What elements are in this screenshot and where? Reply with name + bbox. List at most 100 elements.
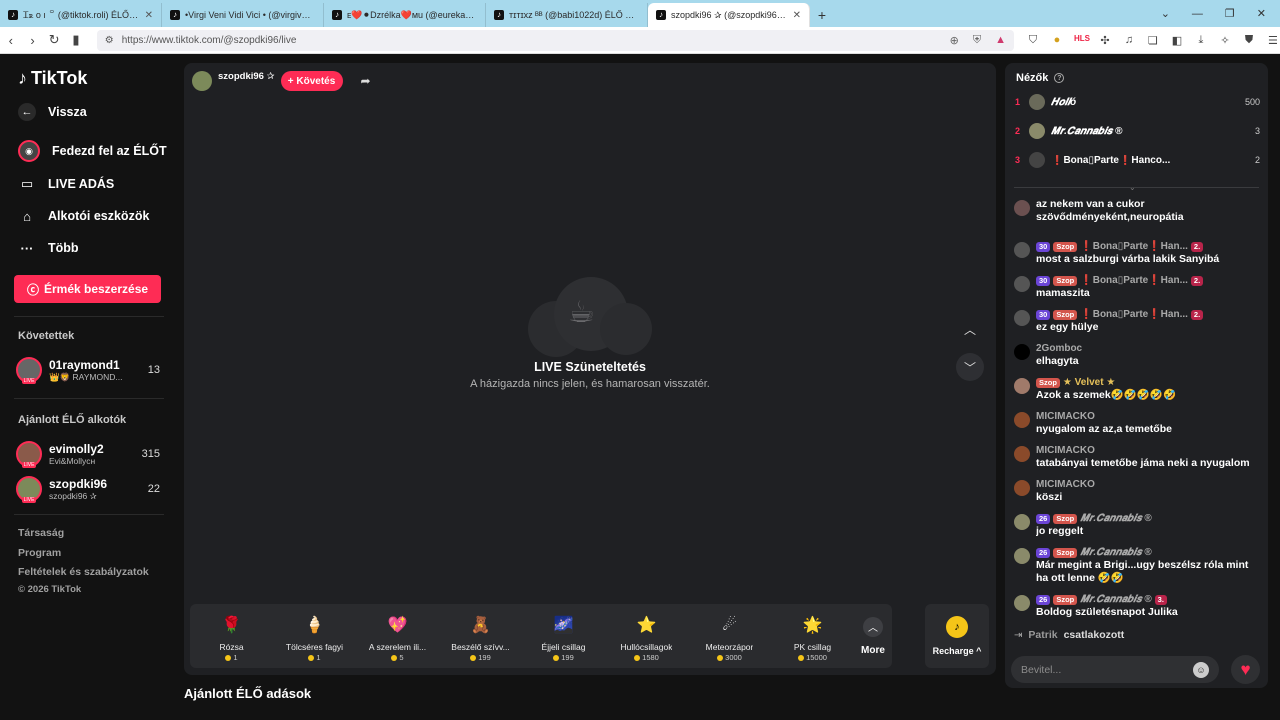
shield-extension-icon[interactable]: ⛉ xyxy=(1026,34,1040,47)
close-tab-icon[interactable]: ✕ xyxy=(145,10,153,21)
warning-triangle-icon[interactable]: ▲ xyxy=(995,34,1006,47)
sidebar-item-live-broadcast[interactable]: ▭ LIVE ADÁS xyxy=(18,175,114,193)
top-viewer[interactable]: 3 ❗Bona▯Parte❗Hanco... 2 xyxy=(1015,151,1260,169)
gift-item[interactable]: ⭐ Hullócsillagok 1580 xyxy=(605,604,688,668)
chat-username[interactable]: 𝑴𝒓.𝑪𝒂𝒏𝒏𝒂𝒃𝒊𝒔 ® xyxy=(1080,594,1151,605)
chat-username[interactable]: ❗Bona▯Parte❗Han... xyxy=(1080,309,1188,320)
live-video-stage[interactable]: szopdki96 ✰ + Követés ➦ ☕ LIVE Szünetelt… xyxy=(184,63,996,675)
recharge-button[interactable]: ♪ Recharge ^ xyxy=(925,604,989,668)
avatar xyxy=(1014,344,1030,360)
bookmark-icon[interactable]: ▮ xyxy=(65,32,87,48)
help-icon[interactable]: ? xyxy=(1054,73,1065,83)
viewer-score: 500 xyxy=(1244,97,1260,107)
join-username[interactable]: Patrik xyxy=(1028,629,1057,641)
close-window-icon[interactable]: ✕ xyxy=(1257,7,1266,20)
expand-chevron-icon[interactable]: ⌄ xyxy=(1129,183,1136,192)
site-settings-icon[interactable]: ⚙ xyxy=(105,35,114,46)
previous-live-button[interactable]: ︿ xyxy=(956,315,984,343)
chat-message[interactable]: az nekem van a cukor szövődményeként,neu… xyxy=(1014,198,1260,224)
get-coins-button[interactable]: ⓒ Érmék beszerzése xyxy=(14,275,161,303)
footer-link-company[interactable]: Társaság xyxy=(18,527,64,539)
emoji-icon[interactable]: ☺ xyxy=(1193,661,1209,678)
share-icon[interactable]: ➦ xyxy=(361,74,371,88)
chat-message[interactable]: 2Gomboc elhagyta xyxy=(1014,342,1260,368)
chat-username[interactable]: ❗Bona▯Parte❗Han... xyxy=(1080,241,1188,252)
browser-tab-5[interactable]: ♪ szopdki96 ✰ (@szopdki96) ÉLŐ a ✕ xyxy=(648,3,810,27)
chat-username[interactable]: ★ Velvet ★ xyxy=(1063,377,1115,388)
chat-username[interactable]: ❗Bona▯Parte❗Han... xyxy=(1080,275,1188,286)
chat-message[interactable]: 26 Szop 𝑴𝒓.𝑪𝒂𝒏𝒏𝒂𝒃𝒊𝒔 ® Már megint a Brigi...… xyxy=(1014,546,1260,585)
hls-extension-icon[interactable]: HLS xyxy=(1074,34,1090,47)
maximize-icon[interactable]: ❐ xyxy=(1225,7,1235,20)
forward-arrow-icon[interactable]: › xyxy=(22,33,44,48)
sidebar-item-more[interactable]: ··· Több xyxy=(18,239,79,257)
host-name[interactable]: szopdki96 ✰ xyxy=(218,71,275,82)
follow-button[interactable]: + Követés xyxy=(280,71,343,91)
address-bar[interactable]: ⚙ https://www.tiktok.com/@szopdki96/live… xyxy=(96,29,1014,51)
like-heart-button[interactable]: ♥ xyxy=(1231,655,1260,684)
chat-username[interactable]: MICIMACKO xyxy=(1036,479,1095,490)
more-gifts-button[interactable]: ︿ More xyxy=(854,604,892,668)
chat-message[interactable]: MICIMACKO köszi xyxy=(1014,478,1260,504)
chat-username[interactable]: 𝑴𝒓.𝑪𝒂𝒏𝒏𝒂𝒃𝒊𝒔 ® xyxy=(1080,513,1151,524)
chat-message[interactable]: 26 Szop 𝑴𝒓.𝑪𝒂𝒏𝒏𝒂𝒃𝒊𝒔 ® 3. Boldog születésnapo… xyxy=(1014,593,1260,619)
chat-username[interactable]: MICIMACKO xyxy=(1036,411,1095,422)
gift-item[interactable]: 🧸 Beszélő szívv... 199 xyxy=(439,604,522,668)
sidebar-item-explore-live[interactable]: ◉ Fedezd fel az ÉLŐT xyxy=(18,140,167,162)
sidebar-item-creator-tools[interactable]: ⌂ Alkotói eszközök xyxy=(18,207,149,225)
tab-title: Ꮖꭱ ᴏ ı ꒪ (@tiktok.roli) ÉLŐ adá xyxy=(23,10,140,20)
footer-link-program[interactable]: Program xyxy=(18,547,61,559)
close-tab-icon[interactable]: ✕ xyxy=(793,10,801,21)
viewer-score: 3 xyxy=(1254,126,1260,136)
gift-item[interactable]: 🌟 PK csillag 15000 xyxy=(771,604,854,668)
chat-message[interactable]: 26 Szop 𝑴𝒓.𝑪𝒂𝒏𝒏𝒂𝒃𝒊𝒔 ® jo reggelt xyxy=(1014,512,1260,538)
chat-input[interactable] xyxy=(1021,663,1193,676)
color-extension-icon[interactable]: ● xyxy=(1050,34,1064,47)
vpn-icon[interactable]: ⛊ xyxy=(1242,34,1256,47)
new-tab-button[interactable]: + xyxy=(810,3,834,27)
chat-message[interactable]: MICIMACKO tatabányai temetőbe jáma neki a… xyxy=(1014,444,1260,470)
shield-icon[interactable]: ⛨ xyxy=(973,34,981,47)
reload-icon[interactable]: ↻ xyxy=(43,32,65,48)
gift-item[interactable]: 🍦 Tölcséres fagyi 1 xyxy=(273,604,356,668)
chat-text: tatabányai temetőbe jáma neki a nyugalom xyxy=(1036,457,1250,469)
copy-icon[interactable]: ❏ xyxy=(1146,34,1160,47)
sparkle-icon[interactable]: ✧ xyxy=(1218,34,1232,47)
next-live-button[interactable]: ﹀ xyxy=(956,353,984,381)
top-viewer[interactable]: 1 𝑯𝒐𝒍𝒍ó 500 xyxy=(1015,93,1260,111)
top-viewer[interactable]: 2 𝑴𝒓.𝑪𝒂𝒏𝒏𝒂𝒃𝒊𝒔 ® 3 xyxy=(1015,122,1260,140)
footer-link-terms[interactable]: Feltételek és szabályzatok xyxy=(18,566,149,578)
sidebar-icon[interactable]: ◧ xyxy=(1170,34,1184,47)
gift-price: 199 xyxy=(553,653,574,662)
gift-item[interactable]: 🌌 Éjjeli csillag 199 xyxy=(522,604,605,668)
music-icon[interactable]: ♫ xyxy=(1122,34,1136,47)
minimize-icon[interactable]: — xyxy=(1192,8,1203,20)
chat-message[interactable]: 30 Szop ❗Bona▯Parte❗Han... 2. ez egy hülye xyxy=(1014,308,1260,334)
host-avatar[interactable] xyxy=(192,71,212,91)
chat-message[interactable]: Szop ★ Velvet ★ Azok a szemek🤣🤣🤣🤣🤣 xyxy=(1014,376,1260,402)
tiktok-logo[interactable]: ♪ TikTok xyxy=(18,68,87,89)
chat-message[interactable]: 30 Szop ❗Bona▯Parte❗Han... 2. mamaszita xyxy=(1014,274,1260,300)
recommended-account-szopdki96[interactable]: LIVE szopdki96 szopdki96 ✰ 22 xyxy=(16,474,160,504)
chat-username[interactable]: 2Gomboc xyxy=(1036,343,1082,354)
menu-icon[interactable]: ☰ xyxy=(1266,34,1280,47)
zoom-icon[interactable]: ⊕ xyxy=(950,34,959,47)
back-arrow-icon[interactable]: ‹ xyxy=(0,33,22,48)
chat-username[interactable]: 𝑴𝒓.𝑪𝒂𝒏𝒏𝒂𝒃𝒊𝒔 ® xyxy=(1080,547,1151,558)
gift-item[interactable]: 💖 A szerelem ili... 5 xyxy=(356,604,439,668)
chevron-down-icon[interactable]: ⌄ xyxy=(1161,7,1170,20)
puzzle-extension-icon[interactable]: ✣ xyxy=(1098,34,1112,47)
download-icon[interactable]: ⤓ xyxy=(1194,34,1208,47)
following-account-01raymond1[interactable]: LIVE 01raymond1 👑🦁 RAYMOND... 13 xyxy=(16,355,160,385)
browser-tab-2[interactable]: ♪ •Virgi Veni Vidi Vici • (@virgivenividi xyxy=(162,3,324,27)
chat-message[interactable]: 30 Szop ❗Bona▯Parte❗Han... 2. most a salzbur… xyxy=(1014,240,1260,266)
browser-tab-4[interactable]: ♪ ᴛɪᴛɪxᴢ ᴮᴮ (@babi1022d) ÉLŐ adásban xyxy=(486,3,648,27)
browser-tab-3[interactable]: ♪ ᴇ❤️⚫Dᴢrélka❤️ᴍu (@eurekaeurek xyxy=(324,3,486,27)
gift-item[interactable]: ☄ Meteorzápor 3000 xyxy=(688,604,771,668)
browser-tab-1[interactable]: ♪ Ꮖꭱ ᴏ ı ꒪ (@tiktok.roli) ÉLŐ adá ✕ xyxy=(0,3,162,27)
chat-username[interactable]: MICIMACKO xyxy=(1036,445,1095,456)
recommended-account-evimolly2[interactable]: LIVE evimolly2 Evi&Mollycн 315 xyxy=(16,439,160,469)
back-link[interactable]: ← Vissza xyxy=(18,103,87,121)
gift-item[interactable]: 🌹 Rózsa 1 xyxy=(190,604,273,668)
chat-message[interactable]: MICIMACKO nyugalom az az,a temetőbe xyxy=(1014,410,1260,436)
